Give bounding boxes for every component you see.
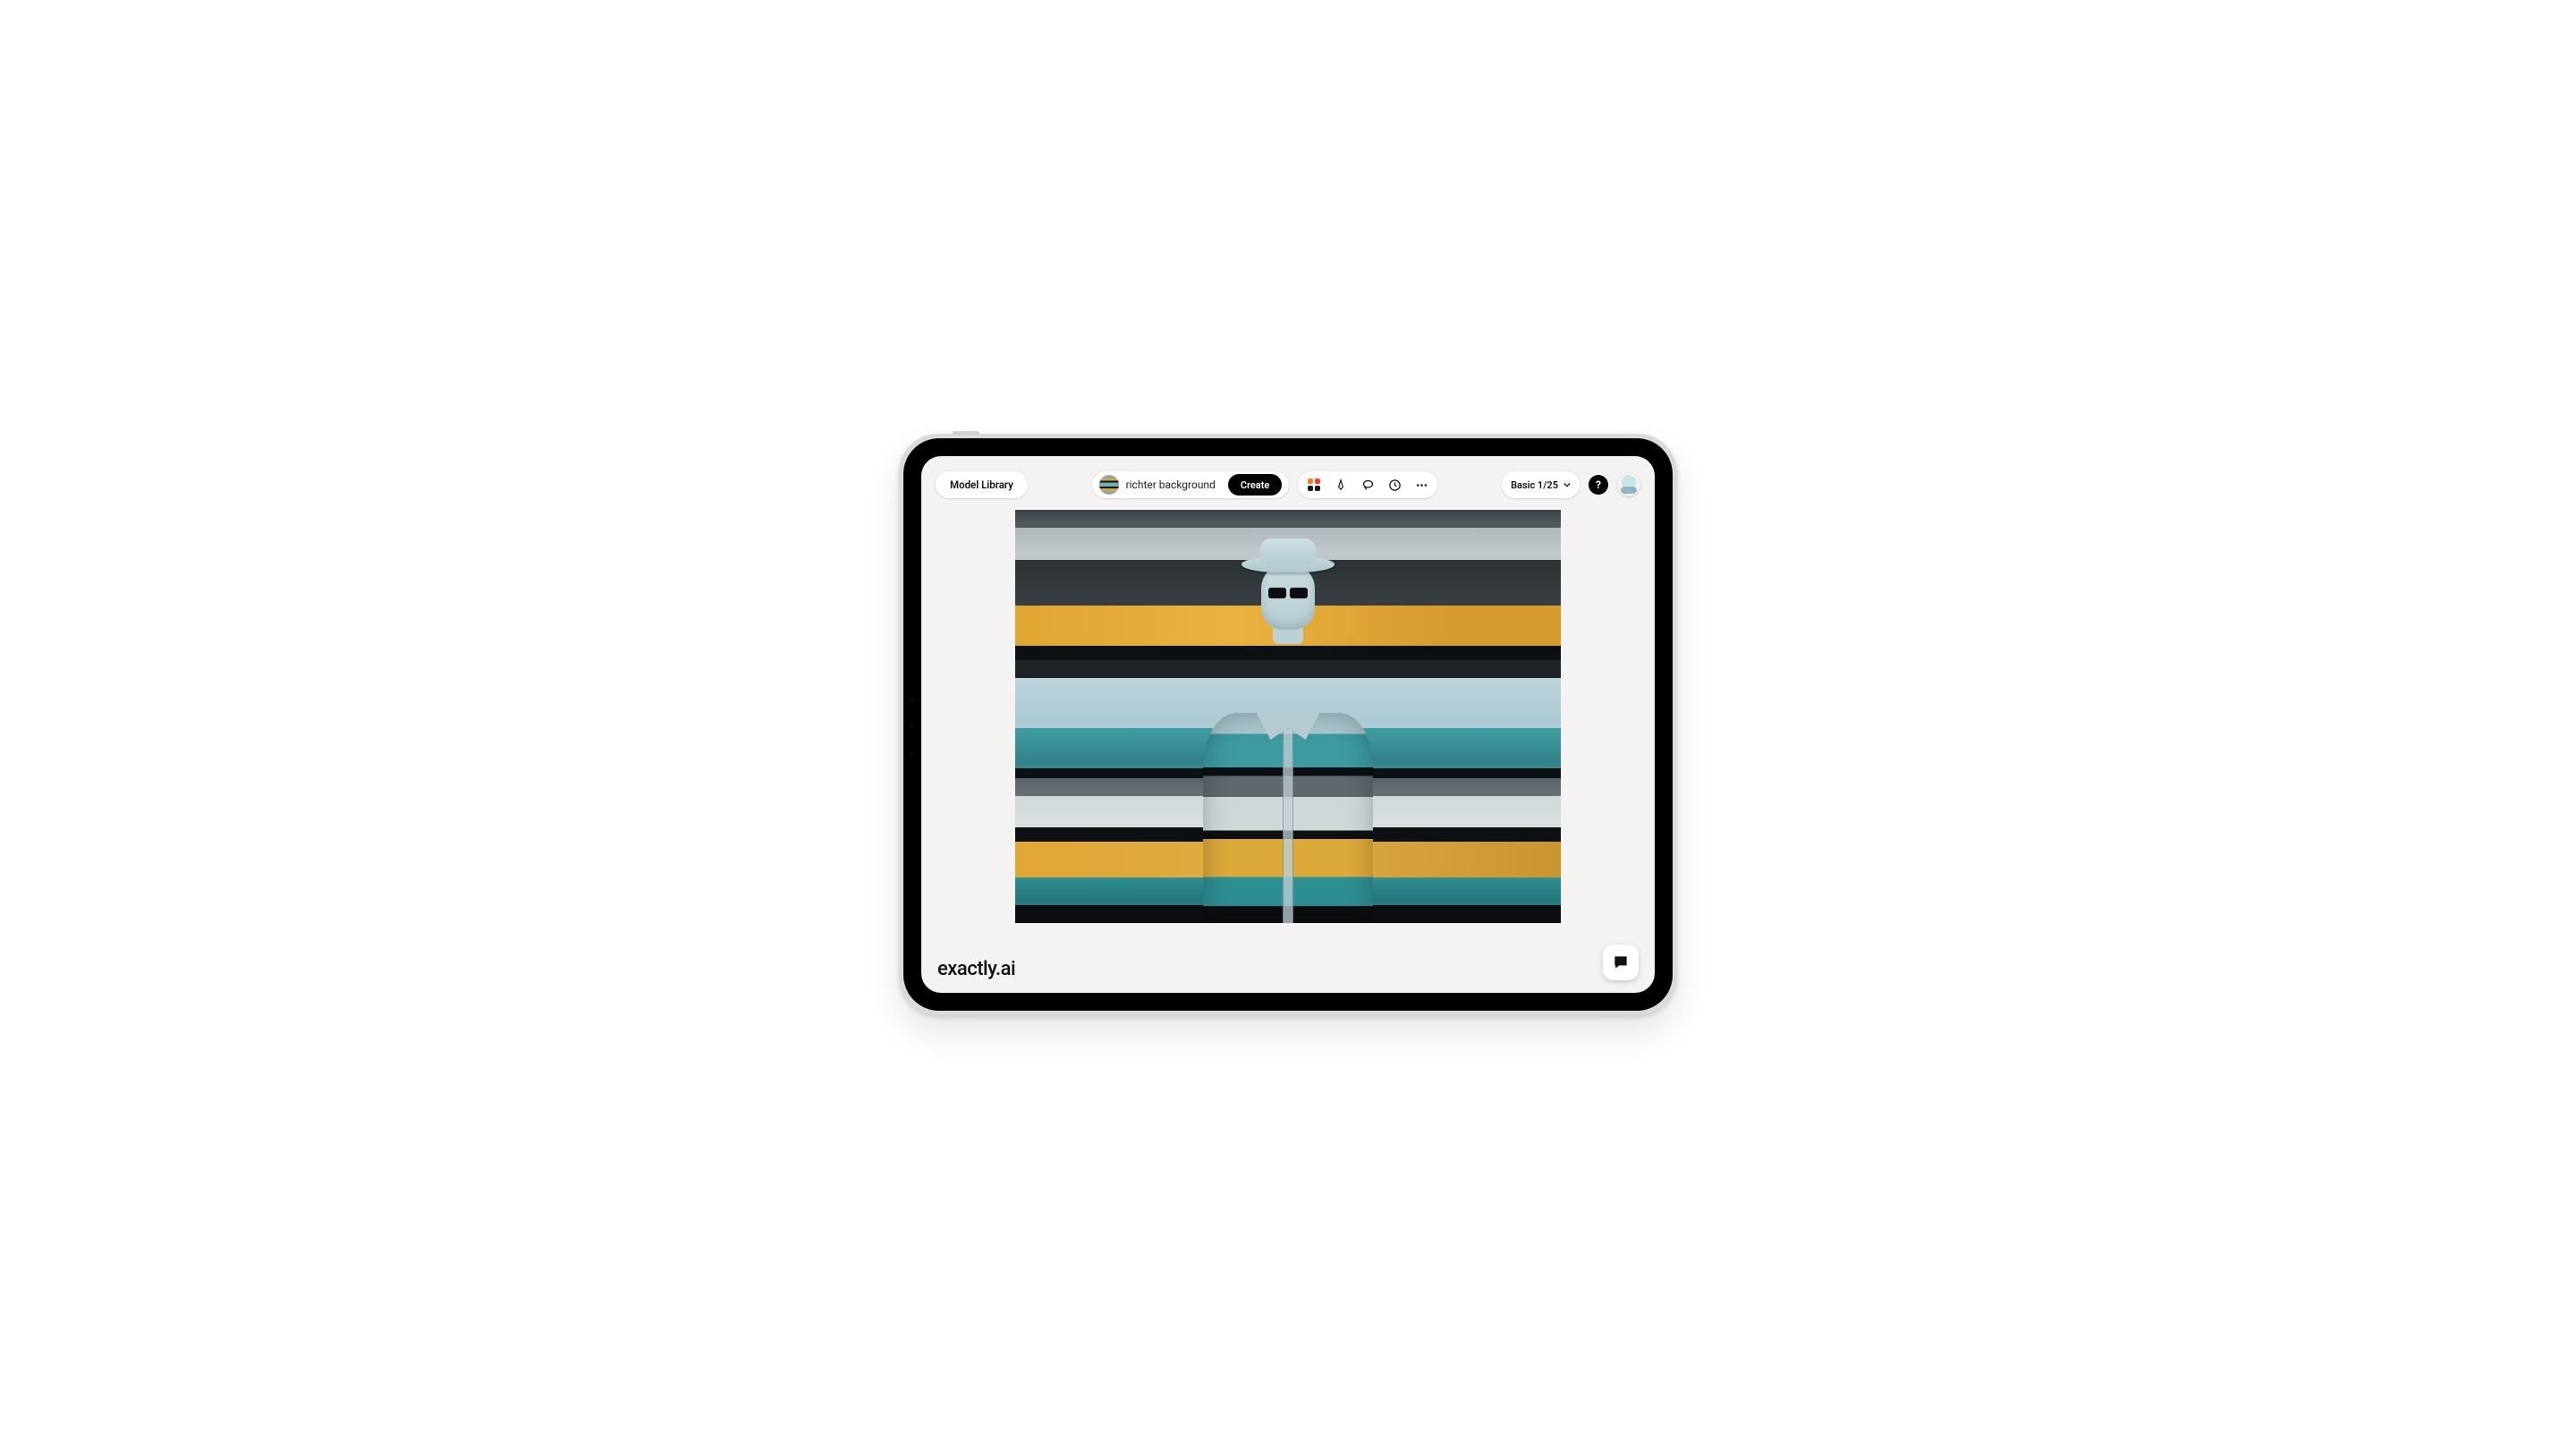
history-icon[interactable] — [1387, 478, 1402, 492]
lasso-tool-icon[interactable] — [1360, 478, 1375, 492]
sunglasses-icon — [1267, 587, 1309, 599]
chat-icon — [1612, 953, 1630, 971]
prompt-pill: richter background Create — [1092, 471, 1290, 498]
create-button-label: Create — [1241, 479, 1270, 491]
app-screen: Model Library richter background Create — [921, 456, 1655, 993]
brand-wordmark: exactly.ai — [937, 958, 1015, 980]
plan-selector[interactable]: Basic 1/25 — [1502, 471, 1580, 498]
help-glyph: ? — [1596, 479, 1601, 491]
user-avatar[interactable] — [1617, 473, 1640, 496]
tool-icons-pill — [1298, 471, 1437, 498]
toolbar-center-cluster: richter background Create — [1092, 471, 1438, 498]
model-library-label: Model Library — [950, 479, 1013, 491]
generated-image[interactable] — [1015, 510, 1561, 923]
create-button[interactable]: Create — [1228, 474, 1283, 496]
model-library-button[interactable]: Model Library — [936, 471, 1028, 498]
tablet-camera-dots — [910, 724, 915, 730]
grid-layout-icon[interactable] — [1307, 478, 1321, 492]
canvas-area — [921, 510, 1655, 948]
help-button[interactable]: ? — [1589, 475, 1608, 495]
more-menu-icon[interactable] — [1414, 478, 1428, 492]
chat-support-button[interactable] — [1603, 945, 1639, 980]
top-toolbar: Model Library richter background Create — [921, 469, 1655, 501]
toolbar-right-cluster: Basic 1/25 ? — [1502, 471, 1640, 498]
artwork-figure — [1194, 637, 1382, 923]
tablet-device-frame: Model Library richter background Create — [899, 434, 1677, 1015]
prompt-input[interactable]: richter background — [1126, 479, 1221, 491]
bucket-hat — [1241, 538, 1335, 578]
tablet-bezel: Model Library richter background Create — [903, 438, 1673, 1011]
style-thumbnail[interactable] — [1099, 475, 1119, 495]
plan-label: Basic 1/25 — [1511, 479, 1558, 491]
pen-tool-icon[interactable] — [1334, 478, 1348, 492]
chevron-down-icon — [1563, 481, 1571, 488]
